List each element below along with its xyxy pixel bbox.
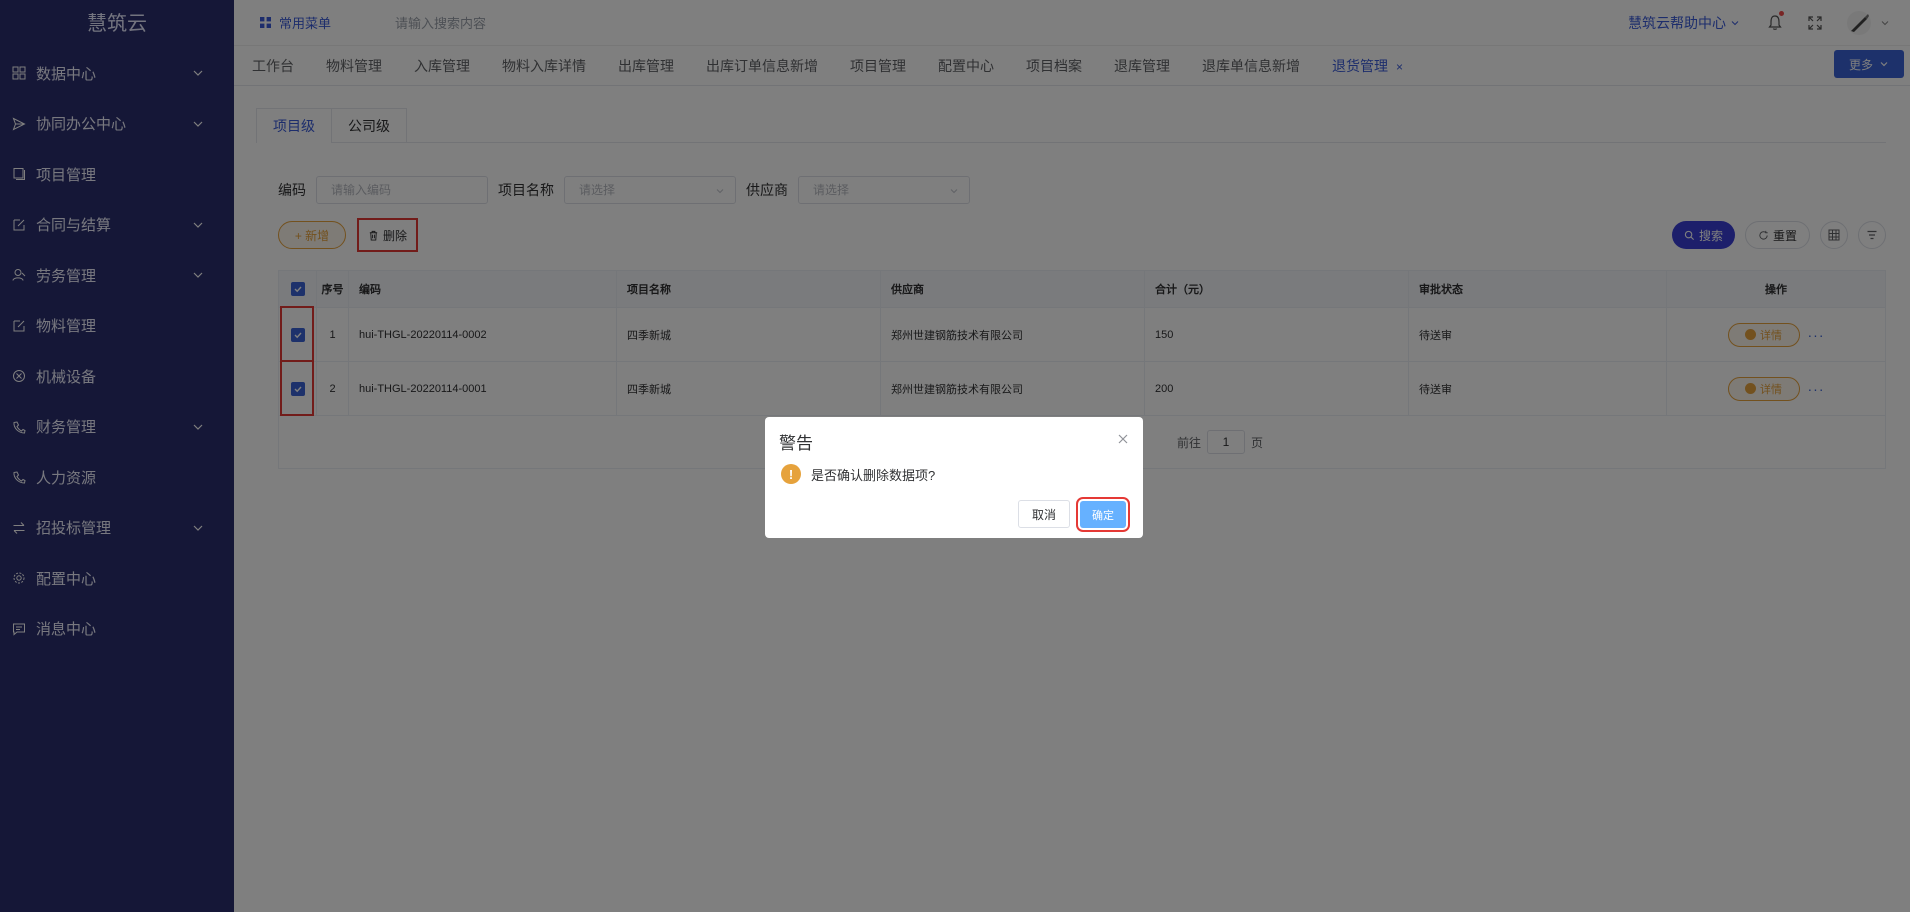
warning-icon: ! xyxy=(781,464,801,484)
dialog-message: ! 是否确认删除数据项? xyxy=(781,464,935,484)
dialog-title: 警告 xyxy=(779,434,813,453)
confirm-button[interactable]: 确定 xyxy=(1076,497,1130,532)
dialog-message-text: 是否确认删除数据项? xyxy=(811,467,936,483)
close-icon[interactable] xyxy=(1117,433,1129,445)
confirm-dialog: 警告 ! 是否确认删除数据项? 取消 确定 xyxy=(765,417,1143,538)
cancel-button[interactable]: 取消 xyxy=(1018,500,1070,528)
